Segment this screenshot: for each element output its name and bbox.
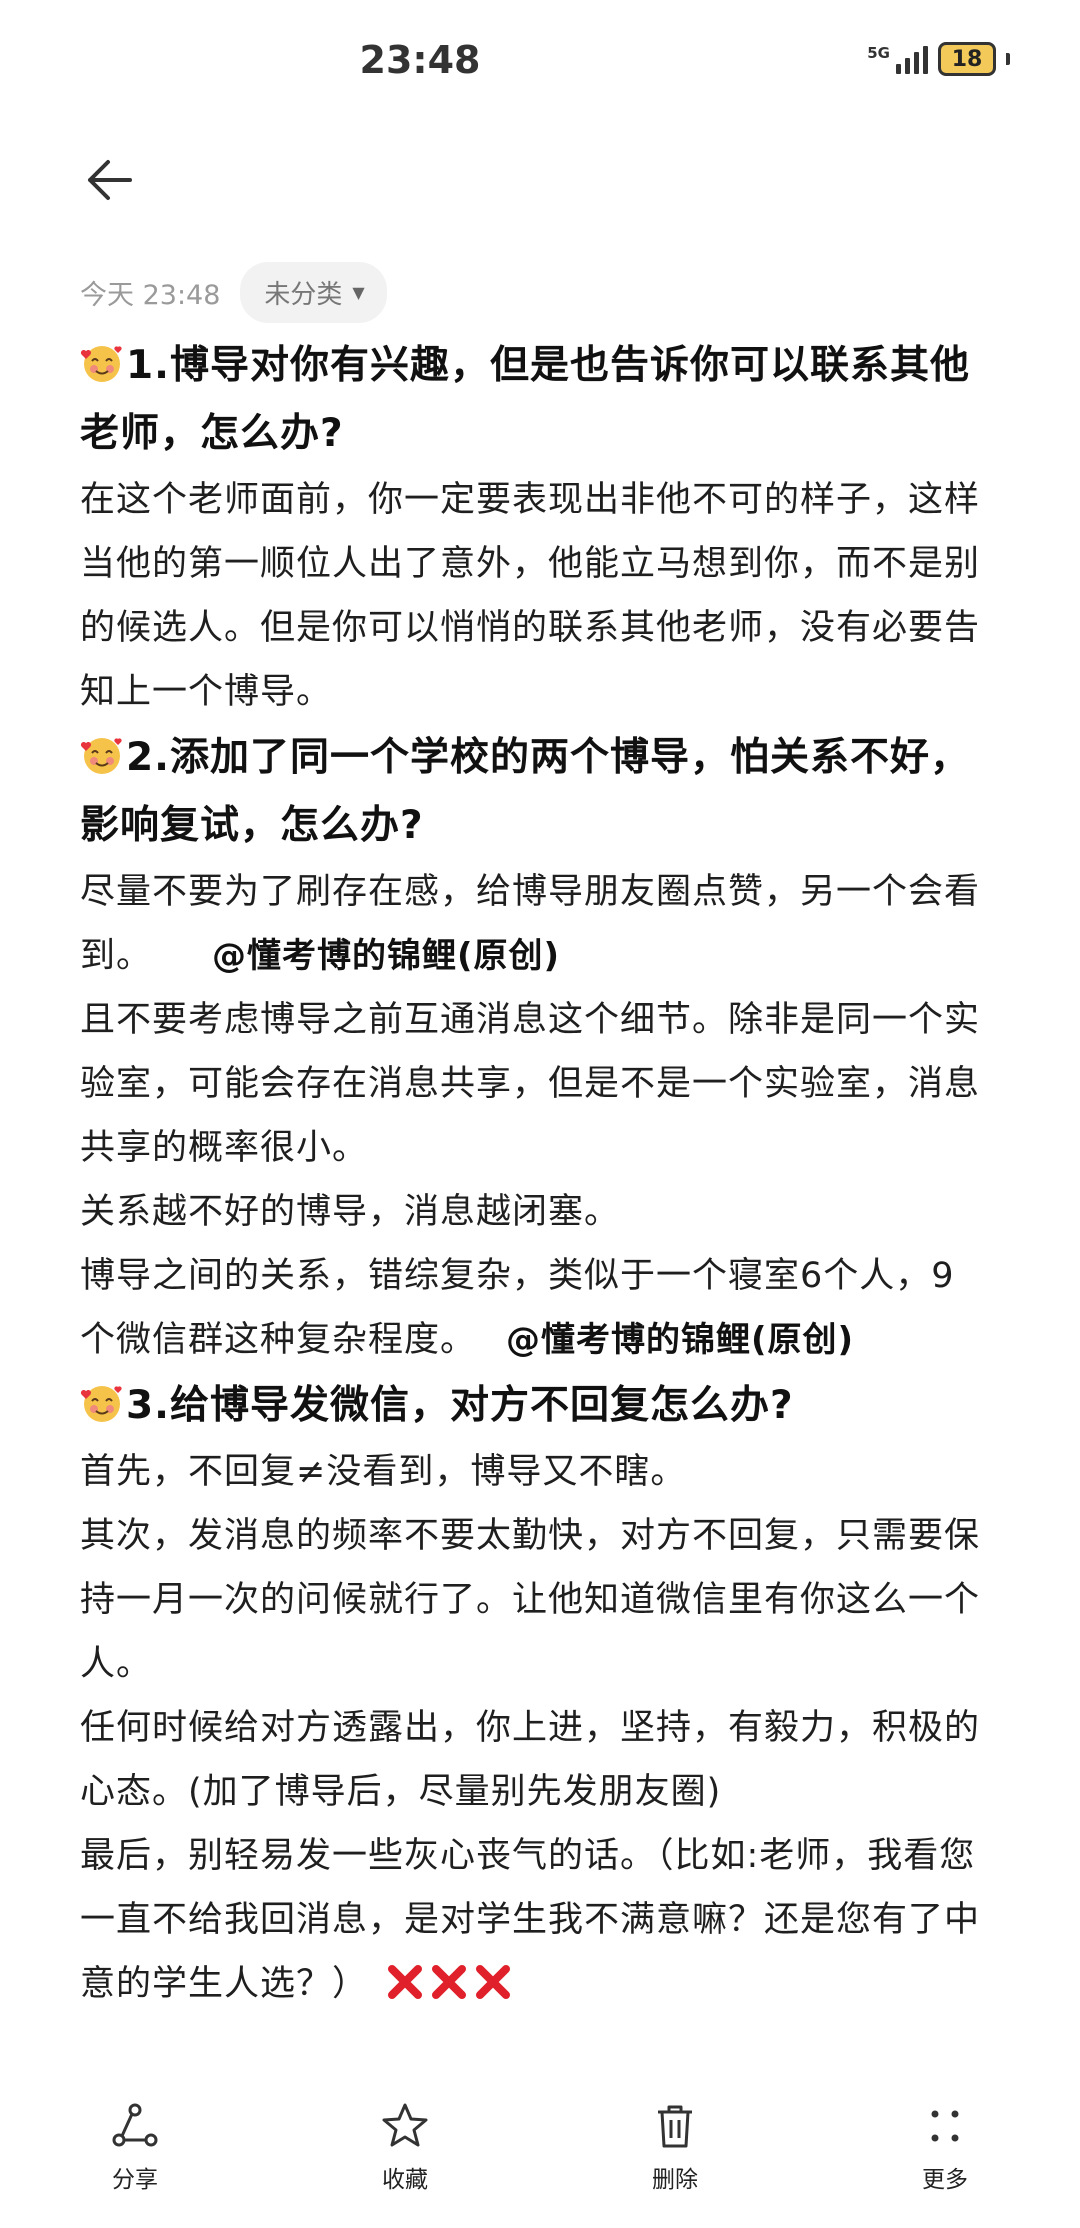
section-2-heading-text: 2.添加了同一个学校的两个博导，怕关系不好，影响复试，怎么办?	[80, 735, 970, 848]
watermark-1: @懂考博的锦鲤(原创)	[212, 936, 561, 976]
section-1-paragraph: 在这个老师面前，你一定要表现出非他不可的样子，这样当他的第一顺位人出了意外，他能…	[80, 480, 981, 712]
section-3-paragraph-1: 首先，不回复≠没看到，博导又不瞎。	[80, 1452, 687, 1492]
delete-label: 删除	[652, 2167, 698, 2193]
network-type: 5G	[867, 44, 890, 62]
delete-button[interactable]: 删除	[540, 2100, 810, 2228]
favorite-label: 收藏	[382, 2167, 428, 2193]
more-dots-icon	[931, 2110, 959, 2142]
more-button[interactable]: 更多	[810, 2100, 1080, 2228]
battery-tip	[1006, 53, 1010, 65]
chevron-down-icon: ▼	[352, 283, 365, 302]
bottom-toolbar: 分享 收藏 删除 更多	[0, 2100, 1080, 2228]
category-dropdown[interactable]: 未分类 ▼	[240, 262, 387, 323]
section-3-p4-text: 最后，别轻易发一些灰心丧气的话。（比如:老师，我看您一直不给我回消息，是对学生我…	[80, 1836, 981, 2004]
category-label: 未分类	[264, 280, 343, 310]
status-bar: 23:48 5G 18	[0, 0, 1080, 120]
cross-mark-icon	[388, 1965, 423, 1999]
watermark-2: @懂考博的锦鲤(原创)	[506, 1320, 855, 1360]
battery-level: 18	[951, 46, 983, 72]
note-detail-screen: 23:48 5G 18 今天 23:48 未分类 ▼ 1.博导对你有兴趣，但是也…	[0, 0, 1080, 2228]
status-indicators: 5G 18	[867, 42, 1010, 76]
cross-marks	[386, 1963, 512, 2001]
note-date: 今天 23:48	[80, 280, 221, 311]
star-icon	[382, 2103, 428, 2147]
section-3-paragraph-4: 最后，别轻易发一些灰心丧气的话。（比如:老师，我看您一直不给我回消息，是对学生我…	[80, 1824, 980, 2016]
cross-mark-icon	[432, 1965, 467, 1999]
note-content: 1.博导对你有兴趣，但是也告诉你可以联系其他老师，怎么办? 在这个老师面前，你一…	[80, 332, 980, 2016]
more-label: 更多	[922, 2167, 968, 2193]
share-icon	[112, 2103, 158, 2147]
favorite-button[interactable]: 收藏	[270, 2100, 540, 2228]
smiling-face-with-hearts-icon	[80, 738, 122, 774]
section-2-paragraph-4: 博导之间的关系，错综复杂，类似于一个寝室6个人，9个微信群这种复杂程度。 @懂考博…	[80, 1244, 980, 1372]
section-3-paragraph-3: 任何时候给对方透露出，你上进，坚持，有毅力，积极的心态。(加了博导后，尽量别先发…	[80, 1708, 981, 1812]
section-2-heading: 2.添加了同一个学校的两个博导，怕关系不好，影响复试，怎么办?	[80, 724, 980, 860]
signal-icon: 5G	[867, 44, 928, 74]
note-meta: 今天 23:48 未分类 ▼	[80, 262, 387, 323]
trash-icon	[658, 2105, 692, 2148]
status-time: 23:48	[359, 38, 481, 82]
section-1-heading-text: 1.博导对你有兴趣，但是也告诉你可以联系其他老师，怎么办?	[80, 343, 970, 456]
section-2-paragraph-2: 且不要考虑博导之前互通消息这个细节。除非是同一个实验室，可能会存在消息共享，但是…	[80, 1000, 981, 1168]
cross-mark-icon	[476, 1965, 511, 1999]
section-3-paragraph-2: 其次，发消息的频率不要太勤快，对方不回复，只需要保持一月一次的问候就行了。让他知…	[80, 1516, 981, 1684]
section-3-heading: 3.给博导发微信，对方不回复怎么办?	[80, 1372, 980, 1440]
smiling-face-with-hearts-icon	[80, 346, 122, 382]
section-3-heading-text: 3.给博导发微信，对方不回复怎么办?	[126, 1383, 794, 1428]
back-arrow-icon	[88, 160, 132, 200]
smiling-face-with-hearts-icon	[80, 1386, 122, 1422]
share-button[interactable]: 分享	[0, 2100, 270, 2228]
back-button[interactable]	[80, 150, 140, 210]
section-1-heading: 1.博导对你有兴趣，但是也告诉你可以联系其他老师，怎么办?	[80, 332, 980, 468]
battery-icon: 18	[938, 42, 996, 76]
share-label: 分享	[112, 2167, 158, 2193]
section-2-paragraph-1: 尽量不要为了刷存在感，给博导朋友圈点赞，另一个会看到。 @懂考博的锦鲤(原创)	[80, 860, 980, 988]
section-2-paragraph-3: 关系越不好的博导，消息越闭塞。	[80, 1192, 621, 1232]
